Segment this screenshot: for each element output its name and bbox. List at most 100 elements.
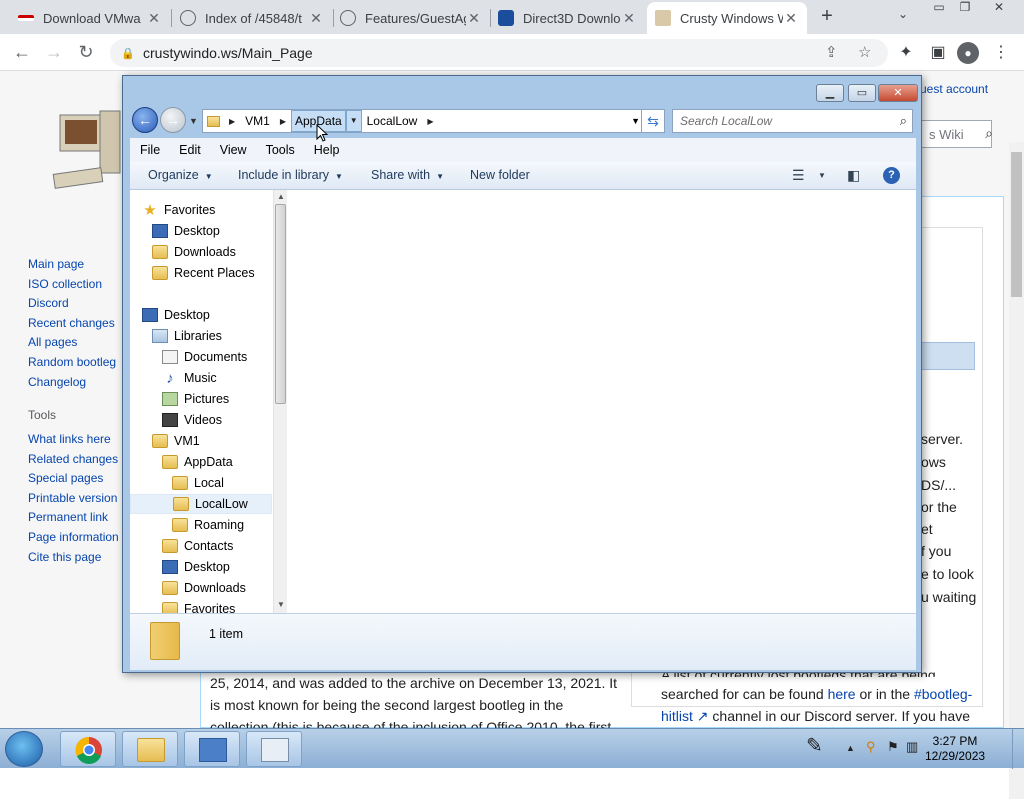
tab-index-of[interactable]: Index of /45848/t ✕ <box>172 2 332 34</box>
taskbar-explorer-button[interactable] <box>122 731 178 767</box>
breadcrumb-locallow[interactable]: LocalLow <box>362 110 423 132</box>
close-tab-icon[interactable]: ✕ <box>466 10 482 27</box>
nav-item-desktop[interactable]: Desktop <box>152 221 220 241</box>
tab-features-guestagent[interactable]: Features/GuestAg ✕ <box>332 2 490 34</box>
show-hidden-icons-icon[interactable]: ▲ <box>846 743 855 753</box>
tab-download-vmware[interactable]: Download VMwa ✕ <box>10 2 170 34</box>
nav-item-desktop[interactable]: Desktop <box>142 305 210 325</box>
nav-item-locallow[interactable]: LocalLow <box>130 494 272 514</box>
extensions-icon[interactable]: ✦ <box>895 42 917 64</box>
nav-link-discord[interactable]: Discord <box>28 296 116 316</box>
profile-avatar-icon[interactable]: ● <box>957 42 979 64</box>
search-icon[interactable]: ⌕ <box>900 113 907 129</box>
nav-item-videos[interactable]: Videos <box>162 410 222 430</box>
address-history-dropdown-icon[interactable]: ▼ <box>631 116 640 126</box>
start-orb-icon[interactable] <box>5 731 43 767</box>
restore-browser-icon[interactable]: ❐ <box>953 0 977 18</box>
nav-link-all-pages[interactable]: All pages <box>28 335 116 355</box>
menu-tools[interactable]: Tools <box>256 143 304 157</box>
nav-item-roaming[interactable]: Roaming <box>172 515 244 535</box>
maximize-window-icon[interactable]: ▭ <box>848 84 876 102</box>
reload-icon[interactable]: ↻ <box>74 42 98 64</box>
help-icon[interactable]: ? <box>883 167 900 184</box>
file-list-area[interactable] <box>287 190 916 613</box>
system-clock[interactable]: 3:27 PM 12/29/2023 <box>925 734 985 764</box>
include-in-library-button[interactable]: Include in library ▼ <box>238 168 343 182</box>
preview-pane-icon[interactable]: ◧ <box>847 167 860 184</box>
side-panel-icon[interactable]: ▣ <box>927 42 949 64</box>
nav-link-changelog[interactable]: Changelog <box>28 375 116 395</box>
tab-crusty-windows[interactable]: Crusty Windows W ✕ <box>647 2 807 34</box>
page-scrollbar-thumb[interactable] <box>1011 152 1022 297</box>
tools-link-what-links-here[interactable]: What links here <box>28 432 119 452</box>
browser-menu-icon[interactable]: ⋮ <box>990 42 1012 64</box>
share-icon[interactable]: ⇪ <box>825 43 838 61</box>
breadcrumb-vm1[interactable]: VM1 <box>240 110 275 132</box>
action-center-flag-icon[interactable]: ⚑ <box>887 739 899 755</box>
search-icon[interactable]: ⌕ <box>985 125 993 142</box>
menu-help[interactable]: Help <box>304 143 349 157</box>
search-tray-icon[interactable]: ⚲ <box>866 739 876 755</box>
address-bar[interactable]: 🔒 crustywindo.ws/Main_Page ⇪ ☆ <box>110 39 888 67</box>
nav-link-iso-collection[interactable]: ISO collection <box>28 277 116 297</box>
nav-item-favorites[interactable]: ★ Favorites <box>142 200 215 220</box>
pen-input-icon[interactable]: ✎ <box>806 733 823 758</box>
forward-arrow-icon[interactable]: → <box>42 42 66 64</box>
tools-link-page-information[interactable]: Page information <box>28 530 119 550</box>
taskbar-display-button[interactable] <box>246 731 302 767</box>
nav-item-libraries[interactable]: Libraries <box>152 326 222 346</box>
network-icon[interactable]: ▥ <box>906 739 918 755</box>
bookmark-star-icon[interactable]: ☆ <box>858 43 871 61</box>
bootleg-hitlist-link[interactable]: #bootleg- <box>914 686 972 702</box>
guest-account-link[interactable]: uest account <box>920 82 988 96</box>
nav-item-documents[interactable]: Documents <box>162 347 247 367</box>
nav-item-contacts[interactable]: Contacts <box>162 536 233 556</box>
refresh-icon[interactable]: ⇆ <box>641 109 665 133</box>
page-scrollbar[interactable] <box>1009 142 1024 799</box>
close-tab-icon[interactable]: ✕ <box>146 10 162 27</box>
breadcrumb-arrow-icon[interactable]: ▶ <box>224 117 240 126</box>
hitlist-link[interactable]: hitlist <box>661 708 693 724</box>
address-breadcrumb-bar[interactable]: ▶ VM1 ▶ AppData ▼ LocalLow ▶ ▼ <box>202 109 645 133</box>
organize-button[interactable]: Organize ▼ <box>148 168 213 182</box>
nav-item-recent-places[interactable]: Recent Places <box>152 263 255 283</box>
close-tab-icon[interactable]: ✕ <box>621 10 637 27</box>
scroll-up-icon[interactable]: ▲ <box>274 192 288 201</box>
nav-item-pictures[interactable]: Pictures <box>162 389 229 409</box>
recent-pages-dropdown-icon[interactable]: ▼ <box>189 116 198 126</box>
here-link[interactable]: here <box>828 686 856 702</box>
navigation-scrollbar-thumb[interactable] <box>275 204 286 404</box>
back-arrow-icon[interactable]: ← <box>132 107 158 133</box>
menu-view[interactable]: View <box>210 143 256 157</box>
tab-search-chevron-icon[interactable]: ⌄ <box>898 7 908 21</box>
forward-arrow-icon[interactable]: → <box>160 107 186 133</box>
nav-item-appdata[interactable]: AppData <box>162 452 233 472</box>
tools-link-printable-version[interactable]: Printable version <box>28 491 119 511</box>
nav-item-vm1[interactable]: VM1 <box>152 431 200 451</box>
close-tab-icon[interactable]: ✕ <box>783 10 799 27</box>
search-locallow-input[interactable]: Search LocalLow ⌕ <box>672 109 913 133</box>
minimize-browser-icon[interactable]: ▭ <box>927 0 951 18</box>
navigation-scrollbar[interactable]: ▲ ▼ <box>273 190 287 613</box>
view-options-dropdown-icon[interactable]: ▼ <box>818 171 826 180</box>
menu-file[interactable]: File <box>130 143 169 157</box>
menu-edit[interactable]: Edit <box>169 143 210 157</box>
nav-item-desktop[interactable]: Desktop <box>162 557 230 577</box>
close-window-icon[interactable]: ✕ <box>878 84 918 102</box>
tools-link-permanent-link[interactable]: Permanent link <box>28 510 119 530</box>
wiki-search-input[interactable]: s Wiki ⌕ <box>918 120 993 148</box>
share-with-button[interactable]: Share with ▼ <box>371 168 444 182</box>
show-desktop-button[interactable] <box>1012 729 1024 769</box>
breadcrumb-arrow-icon[interactable]: ▶ <box>422 117 438 126</box>
scroll-down-icon[interactable]: ▼ <box>274 600 288 609</box>
nav-link-random-bootleg[interactable]: Random bootleg <box>28 355 116 375</box>
minimize-window-icon[interactable]: ▁ <box>816 84 844 102</box>
tools-link-related-changes[interactable]: Related changes <box>28 452 119 472</box>
tools-link-cite-this-page[interactable]: Cite this page <box>28 550 119 570</box>
new-folder-button[interactable]: New folder <box>470 168 530 182</box>
nav-item-music[interactable]: ♪ Music <box>162 368 216 388</box>
back-arrow-icon[interactable]: ← <box>10 42 34 64</box>
taskbar-control-panel-button[interactable] <box>184 731 240 767</box>
nav-link-main-page[interactable]: Main page <box>28 257 116 277</box>
close-tab-icon[interactable]: ✕ <box>308 10 324 27</box>
